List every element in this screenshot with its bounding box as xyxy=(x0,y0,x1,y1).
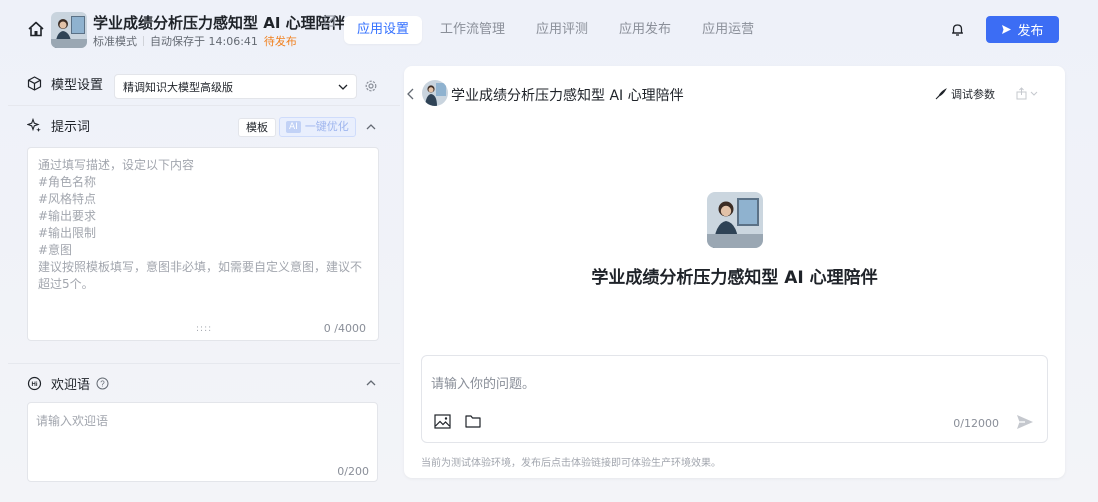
share-icon[interactable] xyxy=(1016,87,1040,100)
meta-divider xyxy=(143,36,144,46)
chevron-up-icon[interactable] xyxy=(365,121,377,133)
chevron-up-icon[interactable] xyxy=(365,377,377,389)
tab-workflow[interactable]: 工作流管理 xyxy=(427,16,518,44)
model-settings-label: 模型设置 xyxy=(51,78,104,93)
app-title: 学业成绩分析压力感知型 AI 心理陪伴 xyxy=(93,14,346,32)
mode-label: 标准模式 xyxy=(93,35,137,48)
help-icon[interactable]: ? xyxy=(96,377,109,390)
autosave-time: 自动保存于 14:06:41 xyxy=(150,35,258,48)
gear-icon[interactable] xyxy=(364,79,378,93)
model-settings-header: 模型设置 xyxy=(27,74,103,93)
edit-icon[interactable] xyxy=(324,14,337,27)
welcome-placeholder: 请输入欢迎语 xyxy=(36,414,109,428)
preview-footer-note: 当前为测试体验环境，发布后点击体验链接即可体验生产环境效果。 xyxy=(421,458,721,469)
tab-evaluation[interactable]: 应用评测 xyxy=(523,16,601,44)
prompt-placeholder: 通过填写描述，设定以下内容 #角色名称 #风格特点 #输出要求 #输出限制 #意… xyxy=(38,158,363,291)
tab-app-settings[interactable]: 应用设置 xyxy=(344,16,423,44)
chevron-left-icon[interactable] xyxy=(406,88,416,100)
model-select[interactable]: 精调知识大模型高级版 xyxy=(114,74,357,99)
send-icon[interactable] xyxy=(1016,413,1034,431)
resize-handle[interactable]: :::: xyxy=(196,324,212,334)
svg-text:Hi: Hi xyxy=(32,382,38,388)
cube-icon xyxy=(27,76,42,91)
welcome-textarea[interactable]: 请输入欢迎语 0/200 xyxy=(27,402,378,482)
welcome-header: Hi 欢迎语 ? xyxy=(27,374,109,393)
section-divider xyxy=(8,105,400,106)
publish-button[interactable]: 发布 xyxy=(986,16,1059,43)
chat-input[interactable]: 请输入你的问题。 0/12000 xyxy=(421,355,1048,443)
folder-icon[interactable] xyxy=(465,414,481,428)
status-badge: 待发布 xyxy=(263,35,297,48)
template-button[interactable]: 模板 xyxy=(238,118,276,137)
ai-badge: AI xyxy=(286,121,301,133)
rocket-icon xyxy=(935,87,947,99)
preview-avatar-large xyxy=(707,192,763,248)
section-divider xyxy=(8,363,400,364)
prompt-textarea[interactable]: 通过填写描述，设定以下内容 #角色名称 #风格特点 #输出要求 #输出限制 #意… xyxy=(27,147,379,341)
preview-panel: 学业成绩分析压力感知型 AI 心理陪伴 调试参数 学业成绩分析压力感知型 AI … xyxy=(404,66,1065,478)
svg-text:?: ? xyxy=(100,379,105,388)
preview-avatar xyxy=(422,80,448,106)
chat-hi-icon: Hi xyxy=(27,376,42,391)
prompt-header: 提示词 xyxy=(27,116,90,135)
chevron-down-icon xyxy=(338,84,348,90)
prompt-char-count: 0 /4000 xyxy=(323,322,366,335)
welcome-char-count: 0/200 xyxy=(337,465,369,478)
model-select-value: 精调知识大模型高级版 xyxy=(123,80,233,94)
welcome-label: 欢迎语 xyxy=(51,378,91,393)
bell-icon[interactable] xyxy=(950,22,965,37)
debug-params-button[interactable]: 调试参数 xyxy=(934,86,995,102)
tab-operations[interactable]: 应用运营 xyxy=(689,16,767,44)
preview-title: 学业成绩分析压力感知型 AI 心理陪伴 xyxy=(451,88,684,104)
debug-params-label: 调试参数 xyxy=(951,88,995,101)
publish-label: 发布 xyxy=(1017,24,1044,39)
app-avatar xyxy=(51,12,87,48)
optimize-label: 一键优化 xyxy=(304,120,349,133)
chat-input-placeholder: 请输入你的问题。 xyxy=(431,377,536,392)
chat-char-count: 0/12000 xyxy=(953,417,999,430)
home-icon[interactable] xyxy=(27,20,45,38)
top-nav: 应用设置 工作流管理 应用评测 应用发布 应用运营 xyxy=(344,16,772,44)
app-meta: 标准模式 自动保存于 14:06:41 待发布 xyxy=(93,33,297,49)
tab-publish[interactable]: 应用发布 xyxy=(606,16,684,44)
image-icon[interactable] xyxy=(434,414,451,429)
optimize-button[interactable]: AI 一键优化 xyxy=(279,117,356,137)
send-icon xyxy=(1002,25,1012,34)
preview-app-name: 学业成绩分析压力感知型 AI 心理陪伴 xyxy=(591,268,878,288)
prompt-label: 提示词 xyxy=(51,120,91,135)
sparkle-icon xyxy=(27,118,41,132)
